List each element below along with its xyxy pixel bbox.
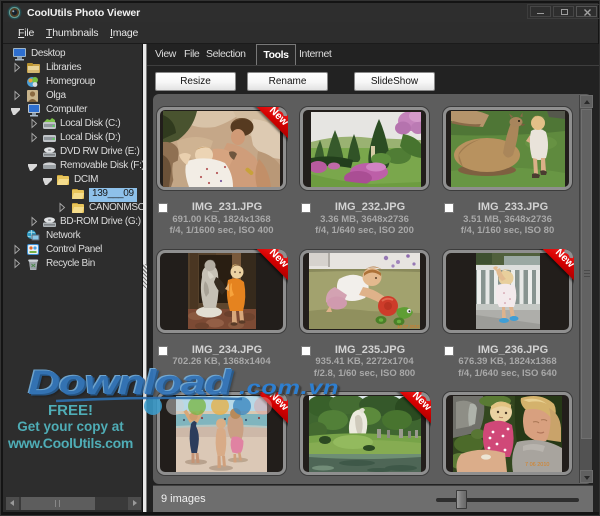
svg-text:7 06 2010: 7 06 2010: [525, 462, 549, 468]
svg-text:10 07 2010: 10 07 2010: [397, 324, 420, 329]
